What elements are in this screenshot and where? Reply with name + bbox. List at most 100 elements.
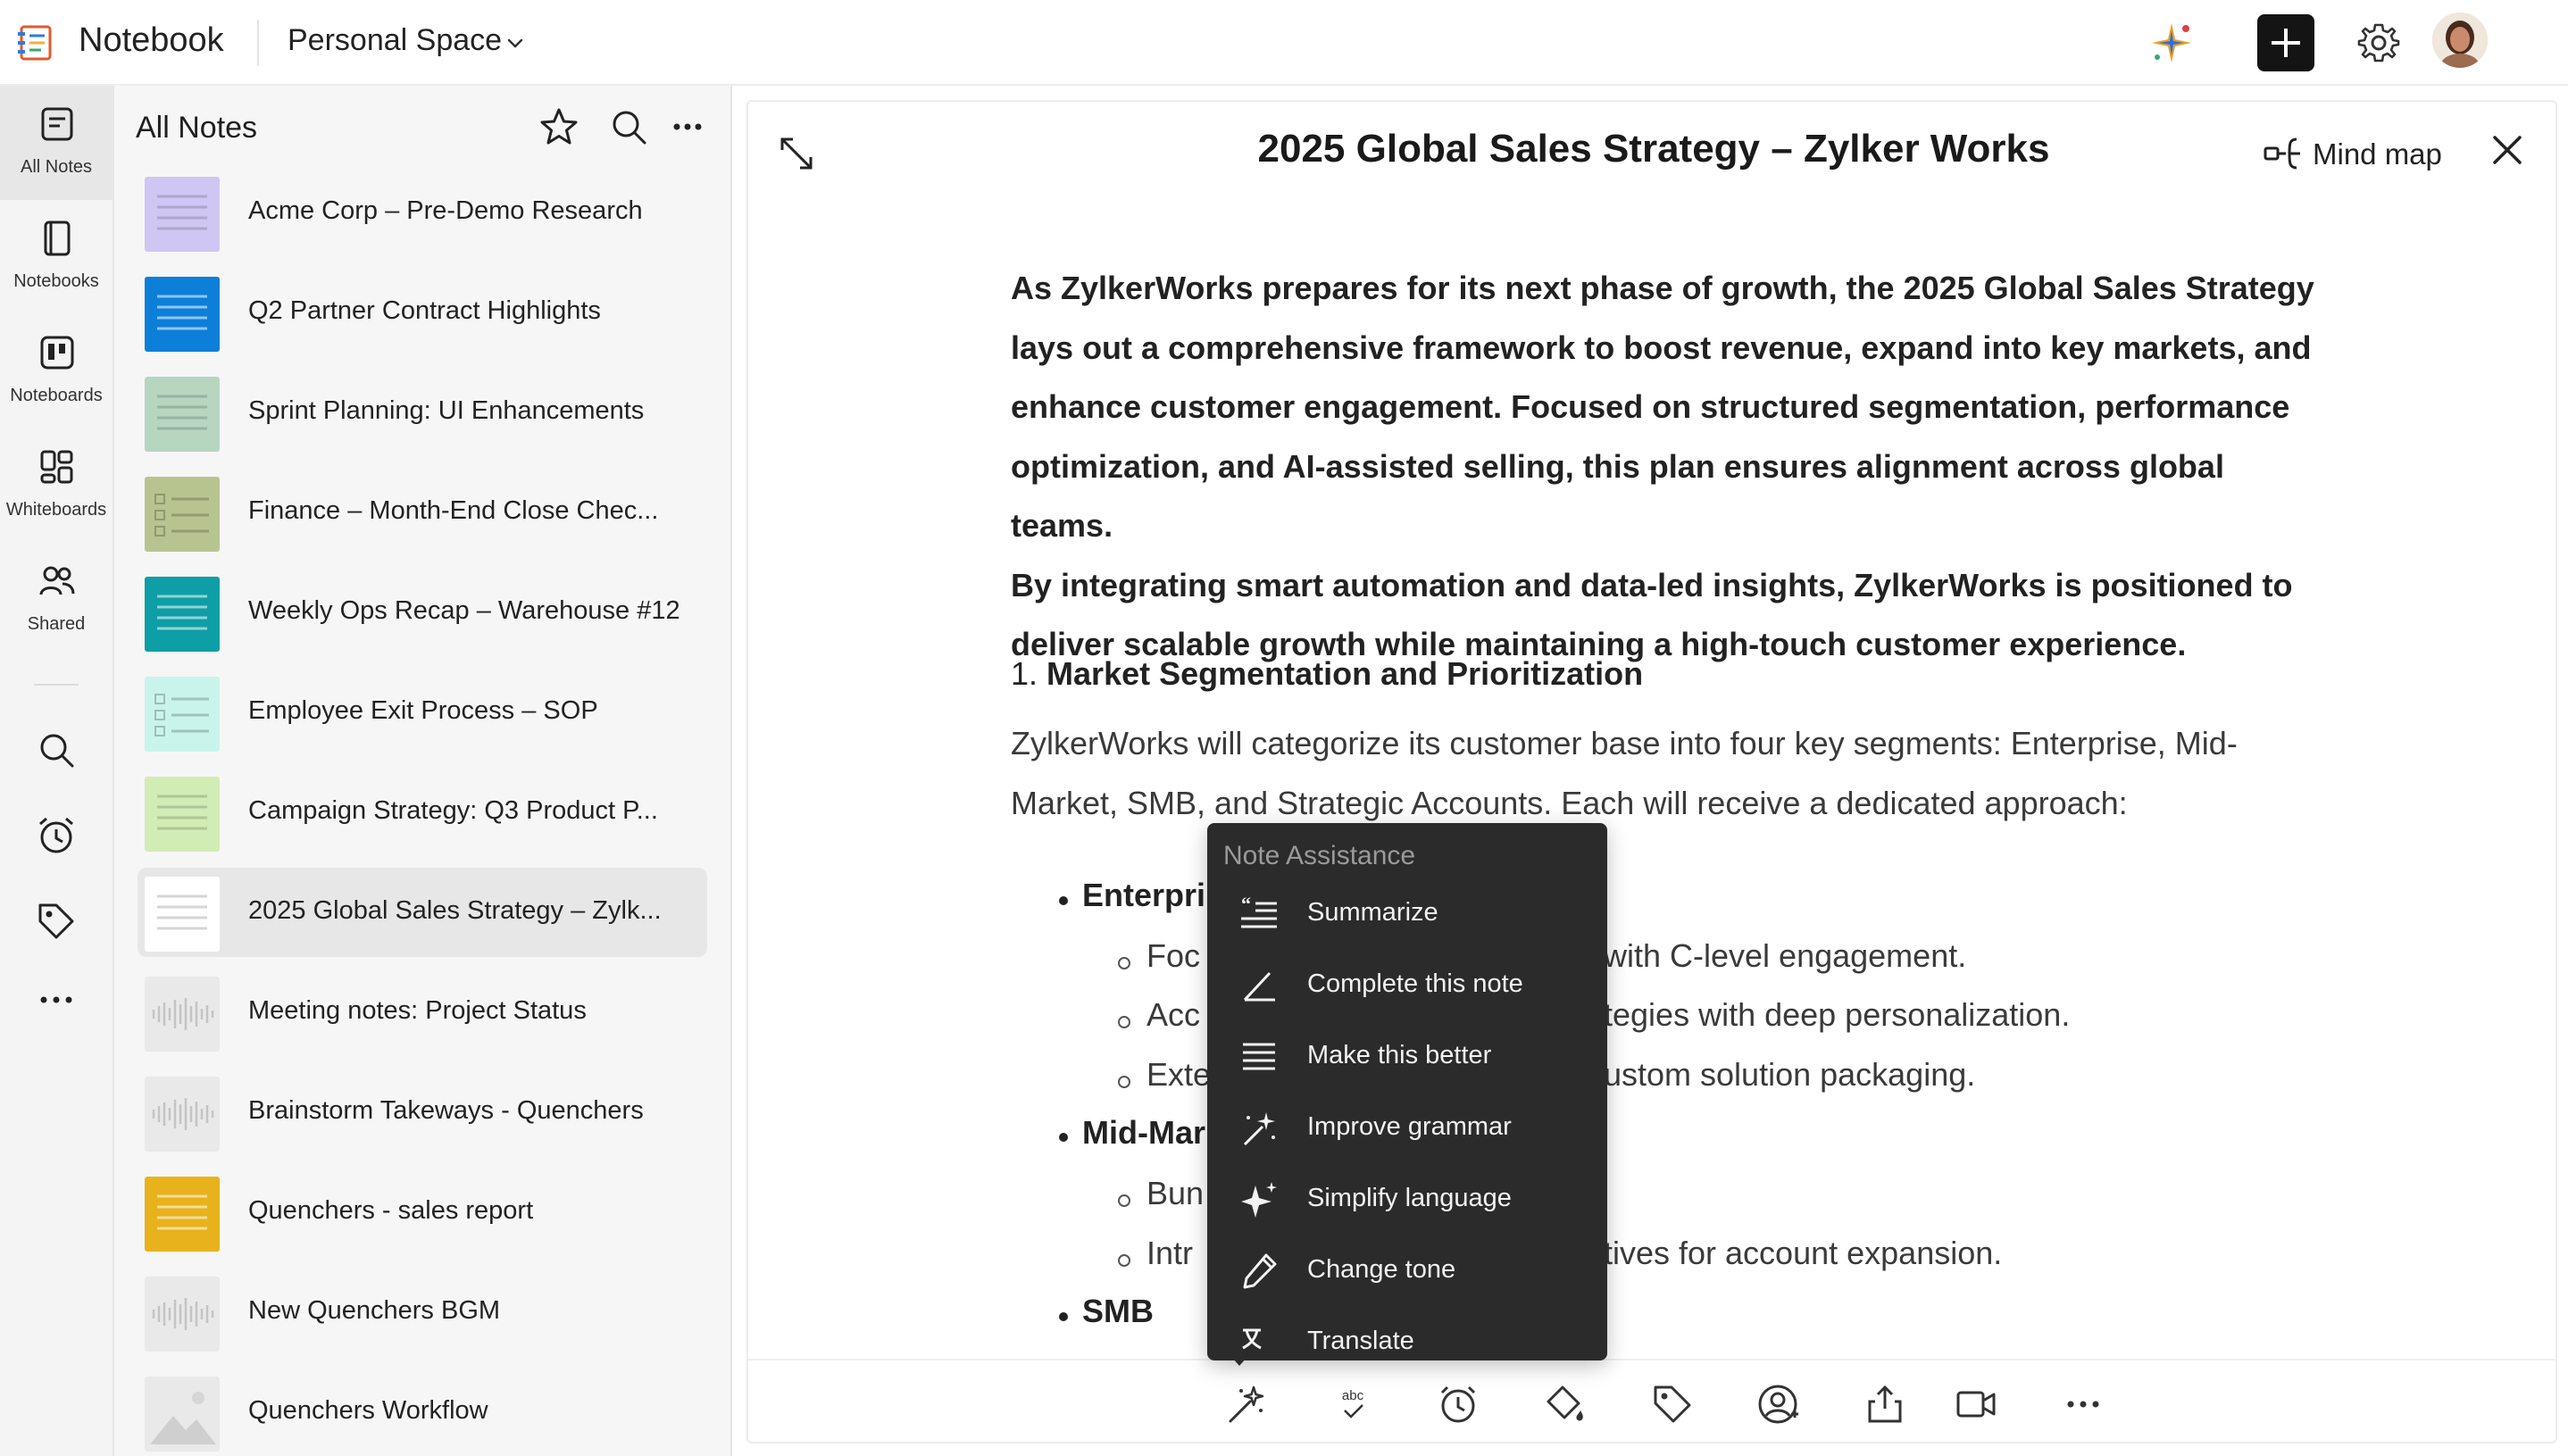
note-lines-icon — [157, 894, 207, 930]
text-line: Market, SMB, and Strategic Accounts. Eac… — [1011, 784, 2128, 821]
video-icon[interactable] — [1954, 1382, 1998, 1427]
bullet-midmarket[interactable]: Mid-Mar — [1082, 1114, 1205, 1152]
spellcheck-label: abc — [1342, 1388, 1364, 1403]
all-notes-icon — [41, 107, 73, 141]
note-thumbnail — [145, 677, 220, 752]
sub-bullet-text[interactable]: tegies with deep personalization. — [1604, 996, 2070, 1034]
note-list-item[interactable]: Finance – Month-End Close Chec... — [138, 468, 730, 557]
rail-item-whiteboards[interactable]: Whiteboards — [0, 428, 113, 543]
menu-title: Note Assistance — [1223, 841, 1416, 870]
rail-item-shared[interactable]: Shared — [0, 543, 113, 657]
notes-list-panel: All Notes Acme Corp – Pre-Demo Research Q… — [114, 86, 732, 1456]
bullet-smb[interactable]: SMB — [1082, 1293, 1154, 1330]
note-thumbnail — [145, 277, 220, 352]
sub-bullet-ring — [1118, 957, 1130, 969]
menu-item-improve-grammar[interactable]: Improve grammar — [1207, 1093, 1607, 1164]
sub-bullet-text[interactable]: Foc — [1146, 937, 1200, 975]
menu-item-simplify-language[interactable]: Simplify language — [1207, 1164, 1607, 1236]
rail-label: All Notes — [20, 157, 93, 177]
mind-map-label: Mind map — [2313, 137, 2442, 171]
share-user-icon[interactable] — [1755, 1382, 1800, 1427]
avatar[interactable] — [2432, 12, 2488, 68]
note-thumbnail — [145, 377, 220, 452]
image-note-thumbnail — [145, 1377, 220, 1452]
more-dots-icon[interactable] — [2061, 1382, 2105, 1427]
rail-label: Notebooks — [13, 271, 99, 291]
sub-bullet-text[interactable]: ustom solution packaging. — [1604, 1056, 1975, 1094]
spellcheck-icon[interactable]: abc — [1330, 1382, 1375, 1427]
audio-note-thumbnail — [145, 1277, 220, 1352]
note-list-item[interactable]: Brainstorm Takeways - Quenchers — [138, 1068, 730, 1157]
more-dots-icon[interactable] — [666, 105, 709, 148]
tag-icon[interactable] — [1650, 1382, 1695, 1427]
tag-icon[interactable] — [35, 900, 78, 943]
left-rail: All Notes Notebooks Noteboards Whiteboar… — [0, 86, 114, 1456]
close-icon[interactable] — [2486, 129, 2529, 171]
note-list-item[interactable]: Weekly Ops Recap – Warehouse #12 — [138, 568, 730, 657]
note-list-item[interactable]: 2025 Global Sales Strategy – Zylk... — [138, 868, 707, 957]
sub-bullet-text[interactable]: with C-level engagement. — [1604, 937, 1966, 975]
more-dots-icon[interactable] — [35, 978, 78, 1021]
ai-sparkle-icon[interactable] — [2147, 18, 2197, 68]
rail-label: Noteboards — [10, 386, 103, 405]
export-icon[interactable] — [1863, 1382, 1907, 1427]
rail-item-all-notes[interactable]: All Notes — [0, 86, 113, 200]
ai-sparkle-icon[interactable] — [1223, 1382, 1268, 1427]
checklist-icon — [154, 694, 209, 736]
rail-item-notebooks[interactable]: Notebooks — [0, 200, 113, 314]
space-selector[interactable]: Personal Space — [288, 23, 502, 58]
section-title: Market Segmentation and Prioritization — [1046, 655, 1644, 692]
gear-icon[interactable] — [2354, 18, 2404, 68]
text-line: ZylkerWorks will categorize its customer… — [1011, 725, 2238, 761]
note-lines-icon — [157, 1194, 207, 1230]
note-list-item[interactable]: Acme Corp – Pre-Demo Research — [138, 168, 730, 257]
note-thumbnail — [145, 177, 220, 252]
menu-item-change-tone[interactable]: Change tone — [1207, 1236, 1607, 1307]
complete-note-icon — [1243, 971, 1275, 1002]
note-list-item[interactable]: Meeting notes: Project Status — [138, 968, 730, 1057]
sub-bullet-text[interactable]: Exte — [1146, 1056, 1211, 1094]
search-icon[interactable] — [35, 728, 78, 771]
sub-bullet-text[interactable]: Intr — [1146, 1235, 1193, 1272]
sub-bullet-text[interactable]: tives for account expansion. — [1604, 1235, 2002, 1272]
note-list-item[interactable]: Quenchers Workflow — [138, 1368, 730, 1456]
note-item-title: New Quenchers BGM — [248, 1296, 501, 1325]
rail-item-noteboards[interactable]: Noteboards — [0, 314, 113, 428]
sub-bullet-text[interactable]: Bun — [1146, 1175, 1204, 1212]
menu-item-complete-note[interactable]: Complete this note — [1207, 950, 1607, 1021]
note-lines-icon — [157, 195, 207, 230]
note-list-item[interactable]: Q2 Partner Contract Highlights — [138, 268, 730, 357]
note-list-item[interactable]: Campaign Strategy: Q3 Product P... — [138, 768, 730, 857]
waveform-icon — [152, 1098, 214, 1130]
rail-label: Shared — [27, 614, 86, 634]
star-icon[interactable] — [538, 105, 580, 148]
section-paragraph[interactable]: ZylkerWorks will categorize its customer… — [1011, 714, 2314, 833]
plus-icon — [2272, 29, 2300, 57]
notes-list-title: All Notes — [136, 111, 258, 145]
note-list-item[interactable]: Sprint Planning: UI Enhancements — [138, 368, 730, 457]
chevron-down-icon[interactable] — [502, 30, 529, 57]
menu-item-translate[interactable]: Translate — [1207, 1307, 1607, 1360]
note-list-item[interactable]: Employee Exit Process – SOP — [138, 668, 730, 757]
menu-item-make-better[interactable]: Make this better — [1207, 1021, 1607, 1093]
note-intro-paragraph[interactable]: As ZylkerWorks prepares for its next pha… — [1011, 259, 2314, 675]
note-assistance-menu: Note Assistance “ Summarize Complete thi… — [1207, 823, 1607, 1360]
color-fill-icon[interactable] — [1543, 1382, 1588, 1427]
add-note-button[interactable] — [2257, 14, 2314, 71]
note-list-item[interactable]: Quenchers - sales report — [138, 1168, 730, 1257]
menu-item-label: Summarize — [1307, 898, 1438, 927]
app-title: Notebook — [79, 21, 224, 59]
menu-item-summarize[interactable]: “ Summarize — [1207, 878, 1607, 950]
section-heading[interactable]: 1. Market Segmentation and Prioritizatio… — [1011, 655, 1643, 693]
note-list-item[interactable]: New Quenchers BGM — [138, 1268, 730, 1357]
reminder-icon[interactable] — [1436, 1382, 1480, 1427]
alarm-clock-icon[interactable] — [35, 814, 78, 857]
audio-note-thumbnail — [145, 977, 220, 1052]
note-lines-icon — [157, 595, 207, 630]
note-thumbnail — [145, 477, 220, 552]
note-item-title: Sprint Planning: UI Enhancements — [248, 396, 645, 425]
sub-bullet-text[interactable]: Acc — [1146, 996, 1200, 1034]
bullet-enterprise[interactable]: Enterpri — [1082, 877, 1205, 914]
menu-item-label: Improve grammar — [1307, 1112, 1512, 1141]
search-icon[interactable] — [607, 105, 650, 148]
